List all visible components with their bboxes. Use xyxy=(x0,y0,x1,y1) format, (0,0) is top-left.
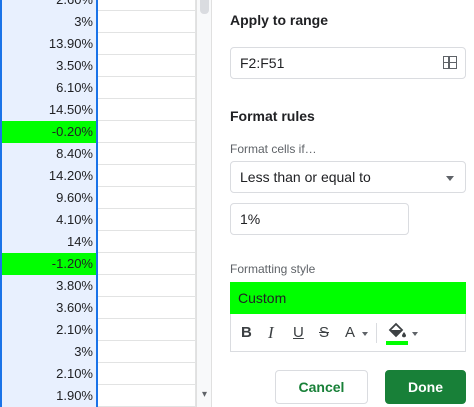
cell-f[interactable]: 14% xyxy=(0,231,97,253)
cell-f[interactable]: 3% xyxy=(0,341,97,363)
table-row: 14% xyxy=(0,231,196,253)
italic-button[interactable]: I xyxy=(268,323,274,343)
vertical-scrollbar[interactable]: ▾ xyxy=(196,0,211,407)
table-row: 4.10% xyxy=(0,209,196,231)
strikethrough-button[interactable]: S xyxy=(319,323,329,343)
selection-border-left xyxy=(0,0,2,407)
cell-f[interactable]: 8.40% xyxy=(0,143,97,165)
cell-f[interactable]: 3.80% xyxy=(0,275,97,297)
text-color-chevron-icon[interactable] xyxy=(362,332,368,336)
cell-f[interactable]: 2.10% xyxy=(0,363,97,385)
cell-f[interactable]: 9.60% xyxy=(0,187,97,209)
cell-g[interactable] xyxy=(97,121,196,143)
table-row: 14.50% xyxy=(0,99,196,121)
cell-g[interactable] xyxy=(97,0,196,11)
cell-g[interactable] xyxy=(97,77,196,99)
cell-f[interactable]: -0.20% xyxy=(0,121,97,143)
cell-g[interactable] xyxy=(97,253,196,275)
table-row: -0.20% xyxy=(0,121,196,143)
table-row: 3.60% xyxy=(0,297,196,319)
cell-g[interactable] xyxy=(97,165,196,187)
cell-f[interactable]: 6.10% xyxy=(0,77,97,99)
cell-g[interactable] xyxy=(97,99,196,121)
format-cells-if-label: Format cells if… xyxy=(230,142,317,156)
cell-g[interactable] xyxy=(97,275,196,297)
cell-g[interactable] xyxy=(97,341,196,363)
condition-value: Less than or equal to xyxy=(240,169,371,185)
cell-f[interactable]: 3.50% xyxy=(0,55,97,77)
selection-border-right xyxy=(96,0,98,407)
table-row: 8.40% xyxy=(0,143,196,165)
cell-f[interactable]: 1.90% xyxy=(0,385,97,407)
cell-f[interactable]: 14.20% xyxy=(0,165,97,187)
range-input[interactable]: F2:F51 xyxy=(230,47,466,79)
fill-color-swatch xyxy=(386,341,408,345)
cell-g[interactable] xyxy=(97,231,196,253)
cell-g[interactable] xyxy=(97,33,196,55)
bold-button[interactable]: B xyxy=(241,323,252,343)
cell-f[interactable]: 13.90% xyxy=(0,33,97,55)
fill-color-chevron-icon[interactable] xyxy=(412,332,418,336)
range-value: F2:F51 xyxy=(240,55,285,71)
cell-g[interactable] xyxy=(97,297,196,319)
table-row: 6.10% xyxy=(0,77,196,99)
cell-f[interactable]: 4.10% xyxy=(0,209,97,231)
scroll-down-icon[interactable]: ▾ xyxy=(199,389,210,400)
cell-g[interactable] xyxy=(97,363,196,385)
cell-g[interactable] xyxy=(97,187,196,209)
formatting-style-label: Formatting style xyxy=(230,262,316,276)
table-row: 14.20% xyxy=(0,165,196,187)
table-row: 3.50% xyxy=(0,55,196,77)
done-button[interactable]: Done xyxy=(385,370,466,404)
text-color-button[interactable]: A xyxy=(345,323,355,343)
cell-f[interactable]: 3.60% xyxy=(0,297,97,319)
table-row: 2.60% xyxy=(0,0,196,11)
cell-f[interactable]: 2.10% xyxy=(0,319,97,341)
table-row: 1.90% xyxy=(0,385,196,407)
table-row: 13.90% xyxy=(0,33,196,55)
cell-g[interactable] xyxy=(97,385,196,407)
scrollbar-thumb[interactable] xyxy=(200,0,209,14)
table-row: -1.20% xyxy=(0,253,196,275)
cell-f[interactable]: 14.50% xyxy=(0,99,97,121)
table-row: 3.80% xyxy=(0,275,196,297)
conditional-format-panel: Apply to range F2:F51 Format rules Forma… xyxy=(211,0,474,407)
table-row: 2.10% xyxy=(0,319,196,341)
chevron-down-icon xyxy=(446,176,454,181)
cancel-button[interactable]: Cancel xyxy=(275,370,368,404)
formatting-style-preview[interactable]: Custom xyxy=(230,282,466,314)
toolbar-divider xyxy=(376,323,377,343)
underline-button[interactable]: U xyxy=(293,323,304,343)
cell-f[interactable]: 3% xyxy=(0,11,97,33)
cell-g[interactable] xyxy=(97,11,196,33)
spreadsheet-grid[interactable]: 2.60%3%13.90%3.50%6.10%14.50%-0.20%8.40%… xyxy=(0,0,196,407)
cell-g[interactable] xyxy=(97,209,196,231)
table-row: 3% xyxy=(0,341,196,363)
condition-dropdown[interactable]: Less than or equal to xyxy=(230,161,466,193)
cell-g[interactable] xyxy=(97,143,196,165)
table-row: 3% xyxy=(0,11,196,33)
cell-f[interactable]: 2.60% xyxy=(0,0,97,11)
style-toolbar: B I U S A xyxy=(230,314,466,352)
table-row: 9.60% xyxy=(0,187,196,209)
select-range-icon[interactable] xyxy=(443,56,457,69)
style-preview-label: Custom xyxy=(238,290,287,306)
cell-g[interactable] xyxy=(97,319,196,341)
cell-f[interactable]: -1.20% xyxy=(0,253,97,275)
apply-to-range-heading: Apply to range xyxy=(230,12,329,28)
value-text: 1% xyxy=(240,211,261,227)
format-rules-heading: Format rules xyxy=(230,108,315,124)
table-row: 2.10% xyxy=(0,363,196,385)
value-input[interactable]: 1% xyxy=(230,203,409,235)
cell-g[interactable] xyxy=(97,55,196,77)
fill-color-icon[interactable] xyxy=(387,322,407,340)
